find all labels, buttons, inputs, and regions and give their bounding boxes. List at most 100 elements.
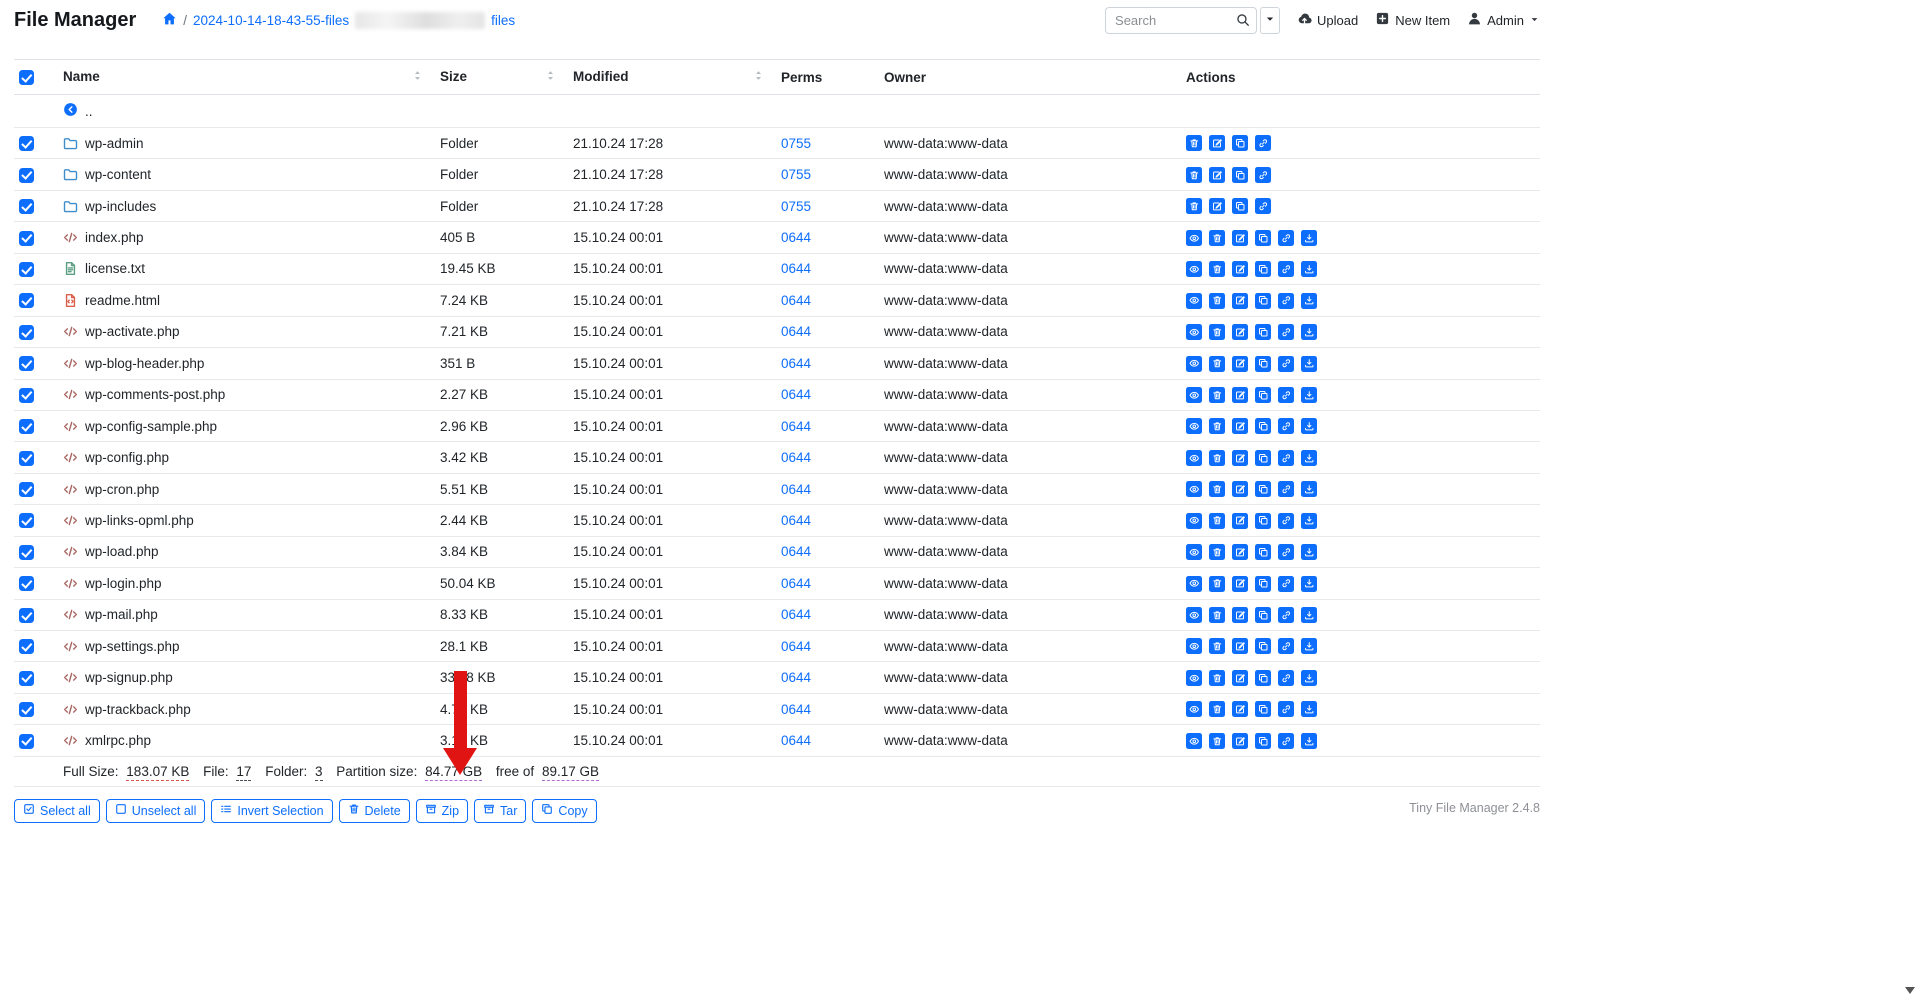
file-perms-link[interactable]: 0644: [781, 576, 811, 591]
copy-action-icon[interactable]: [1255, 356, 1271, 372]
rename-action-icon[interactable]: [1232, 701, 1248, 717]
download-action-icon[interactable]: [1301, 607, 1317, 623]
link-action-icon[interactable]: [1278, 230, 1294, 246]
row-checkbox[interactable]: [19, 545, 34, 560]
copy-action-icon[interactable]: [1255, 293, 1271, 309]
copy-action-icon[interactable]: [1255, 701, 1271, 717]
file-link[interactable]: wp-login.php: [63, 576, 424, 591]
rename-action-icon[interactable]: [1209, 167, 1225, 183]
link-action-icon[interactable]: [1278, 481, 1294, 497]
select-all-button[interactable]: Select all: [14, 799, 100, 823]
row-checkbox[interactable]: [19, 168, 34, 183]
download-action-icon[interactable]: [1301, 418, 1317, 434]
sort-icon[interactable]: [752, 69, 765, 85]
view-action-icon[interactable]: [1186, 513, 1202, 529]
delete-action-icon[interactable]: [1209, 418, 1225, 434]
delete-action-icon[interactable]: [1209, 450, 1225, 466]
rename-action-icon[interactable]: [1232, 670, 1248, 686]
download-action-icon[interactable]: [1301, 513, 1317, 529]
file-link[interactable]: wp-cron.php: [63, 482, 424, 497]
breadcrumb-folder-link[interactable]: 2024-10-14-18-43-55-files: [193, 13, 349, 28]
rename-action-icon[interactable]: [1232, 230, 1248, 246]
file-link[interactable]: wp-admin: [63, 136, 424, 151]
file-link[interactable]: xmlrpc.php: [63, 733, 424, 748]
link-action-icon[interactable]: [1255, 135, 1271, 151]
row-checkbox[interactable]: [19, 199, 34, 214]
rename-action-icon[interactable]: [1209, 198, 1225, 214]
file-link[interactable]: wp-signup.php: [63, 670, 424, 685]
delete-action-icon[interactable]: [1209, 513, 1225, 529]
tar-button[interactable]: Tar: [474, 799, 526, 823]
link-action-icon[interactable]: [1278, 701, 1294, 717]
row-checkbox[interactable]: [19, 293, 34, 308]
file-perms-link[interactable]: 0755: [781, 136, 811, 151]
copy-action-icon[interactable]: [1232, 167, 1248, 183]
sort-icon[interactable]: [544, 69, 557, 85]
zip-button[interactable]: Zip: [416, 799, 468, 823]
download-action-icon[interactable]: [1301, 481, 1317, 497]
download-action-icon[interactable]: [1301, 324, 1317, 340]
delete-action-icon[interactable]: [1186, 135, 1202, 151]
view-action-icon[interactable]: [1186, 230, 1202, 246]
delete-action-icon[interactable]: [1209, 670, 1225, 686]
file-link[interactable]: wp-config-sample.php: [63, 419, 424, 434]
link-action-icon[interactable]: [1278, 513, 1294, 529]
row-checkbox[interactable]: [19, 734, 34, 749]
file-link[interactable]: readme.html: [63, 293, 424, 308]
row-checkbox[interactable]: [19, 419, 34, 434]
file-link[interactable]: wp-settings.php: [63, 639, 424, 654]
rename-action-icon[interactable]: [1232, 261, 1248, 277]
file-perms-link[interactable]: 0755: [781, 199, 811, 214]
rename-action-icon[interactable]: [1232, 513, 1248, 529]
row-checkbox[interactable]: [19, 576, 34, 591]
copy-action-icon[interactable]: [1255, 544, 1271, 560]
delete-action-icon[interactable]: [1209, 230, 1225, 246]
row-checkbox[interactable]: [19, 608, 34, 623]
rename-action-icon[interactable]: [1232, 450, 1248, 466]
row-checkbox[interactable]: [19, 671, 34, 686]
delete-action-icon[interactable]: [1209, 733, 1225, 749]
copy-action-icon[interactable]: [1255, 261, 1271, 277]
link-action-icon[interactable]: [1278, 324, 1294, 340]
download-action-icon[interactable]: [1301, 387, 1317, 403]
row-checkbox[interactable]: [19, 482, 34, 497]
row-checkbox[interactable]: [19, 639, 34, 654]
rename-action-icon[interactable]: [1232, 324, 1248, 340]
column-header-name[interactable]: Name: [55, 60, 432, 95]
view-action-icon[interactable]: [1186, 576, 1202, 592]
column-header-modified[interactable]: Modified: [565, 60, 773, 95]
link-action-icon[interactable]: [1278, 261, 1294, 277]
download-action-icon[interactable]: [1301, 230, 1317, 246]
copy-action-icon[interactable]: [1255, 670, 1271, 686]
download-action-icon[interactable]: [1301, 670, 1317, 686]
download-action-icon[interactable]: [1301, 576, 1317, 592]
view-action-icon[interactable]: [1186, 638, 1202, 654]
link-action-icon[interactable]: [1278, 450, 1294, 466]
link-action-icon[interactable]: [1278, 293, 1294, 309]
file-link[interactable]: wp-load.php: [63, 544, 424, 559]
sort-icon[interactable]: [411, 69, 424, 85]
row-checkbox[interactable]: [19, 231, 34, 246]
delete-button[interactable]: Delete: [339, 799, 410, 823]
row-checkbox[interactable]: [19, 262, 34, 277]
view-action-icon[interactable]: [1186, 544, 1202, 560]
link-action-icon[interactable]: [1278, 544, 1294, 560]
delete-action-icon[interactable]: [1209, 324, 1225, 340]
view-action-icon[interactable]: [1186, 261, 1202, 277]
admin-menu[interactable]: Admin: [1467, 11, 1540, 29]
file-perms-link[interactable]: 0644: [781, 324, 811, 339]
delete-action-icon[interactable]: [1209, 356, 1225, 372]
column-header-size[interactable]: Size: [432, 60, 565, 95]
copy-action-icon[interactable]: [1255, 733, 1271, 749]
copy-action-icon[interactable]: [1255, 638, 1271, 654]
link-action-icon[interactable]: [1278, 607, 1294, 623]
file-link[interactable]: wp-links-opml.php: [63, 513, 424, 528]
row-checkbox[interactable]: [19, 702, 34, 717]
unselect-all-button[interactable]: Unselect all: [106, 799, 206, 823]
file-link[interactable]: wp-mail.php: [63, 607, 424, 622]
view-action-icon[interactable]: [1186, 418, 1202, 434]
home-icon[interactable]: [162, 11, 177, 29]
search-input[interactable]: [1105, 7, 1257, 34]
row-checkbox[interactable]: [19, 136, 34, 151]
download-action-icon[interactable]: [1301, 733, 1317, 749]
